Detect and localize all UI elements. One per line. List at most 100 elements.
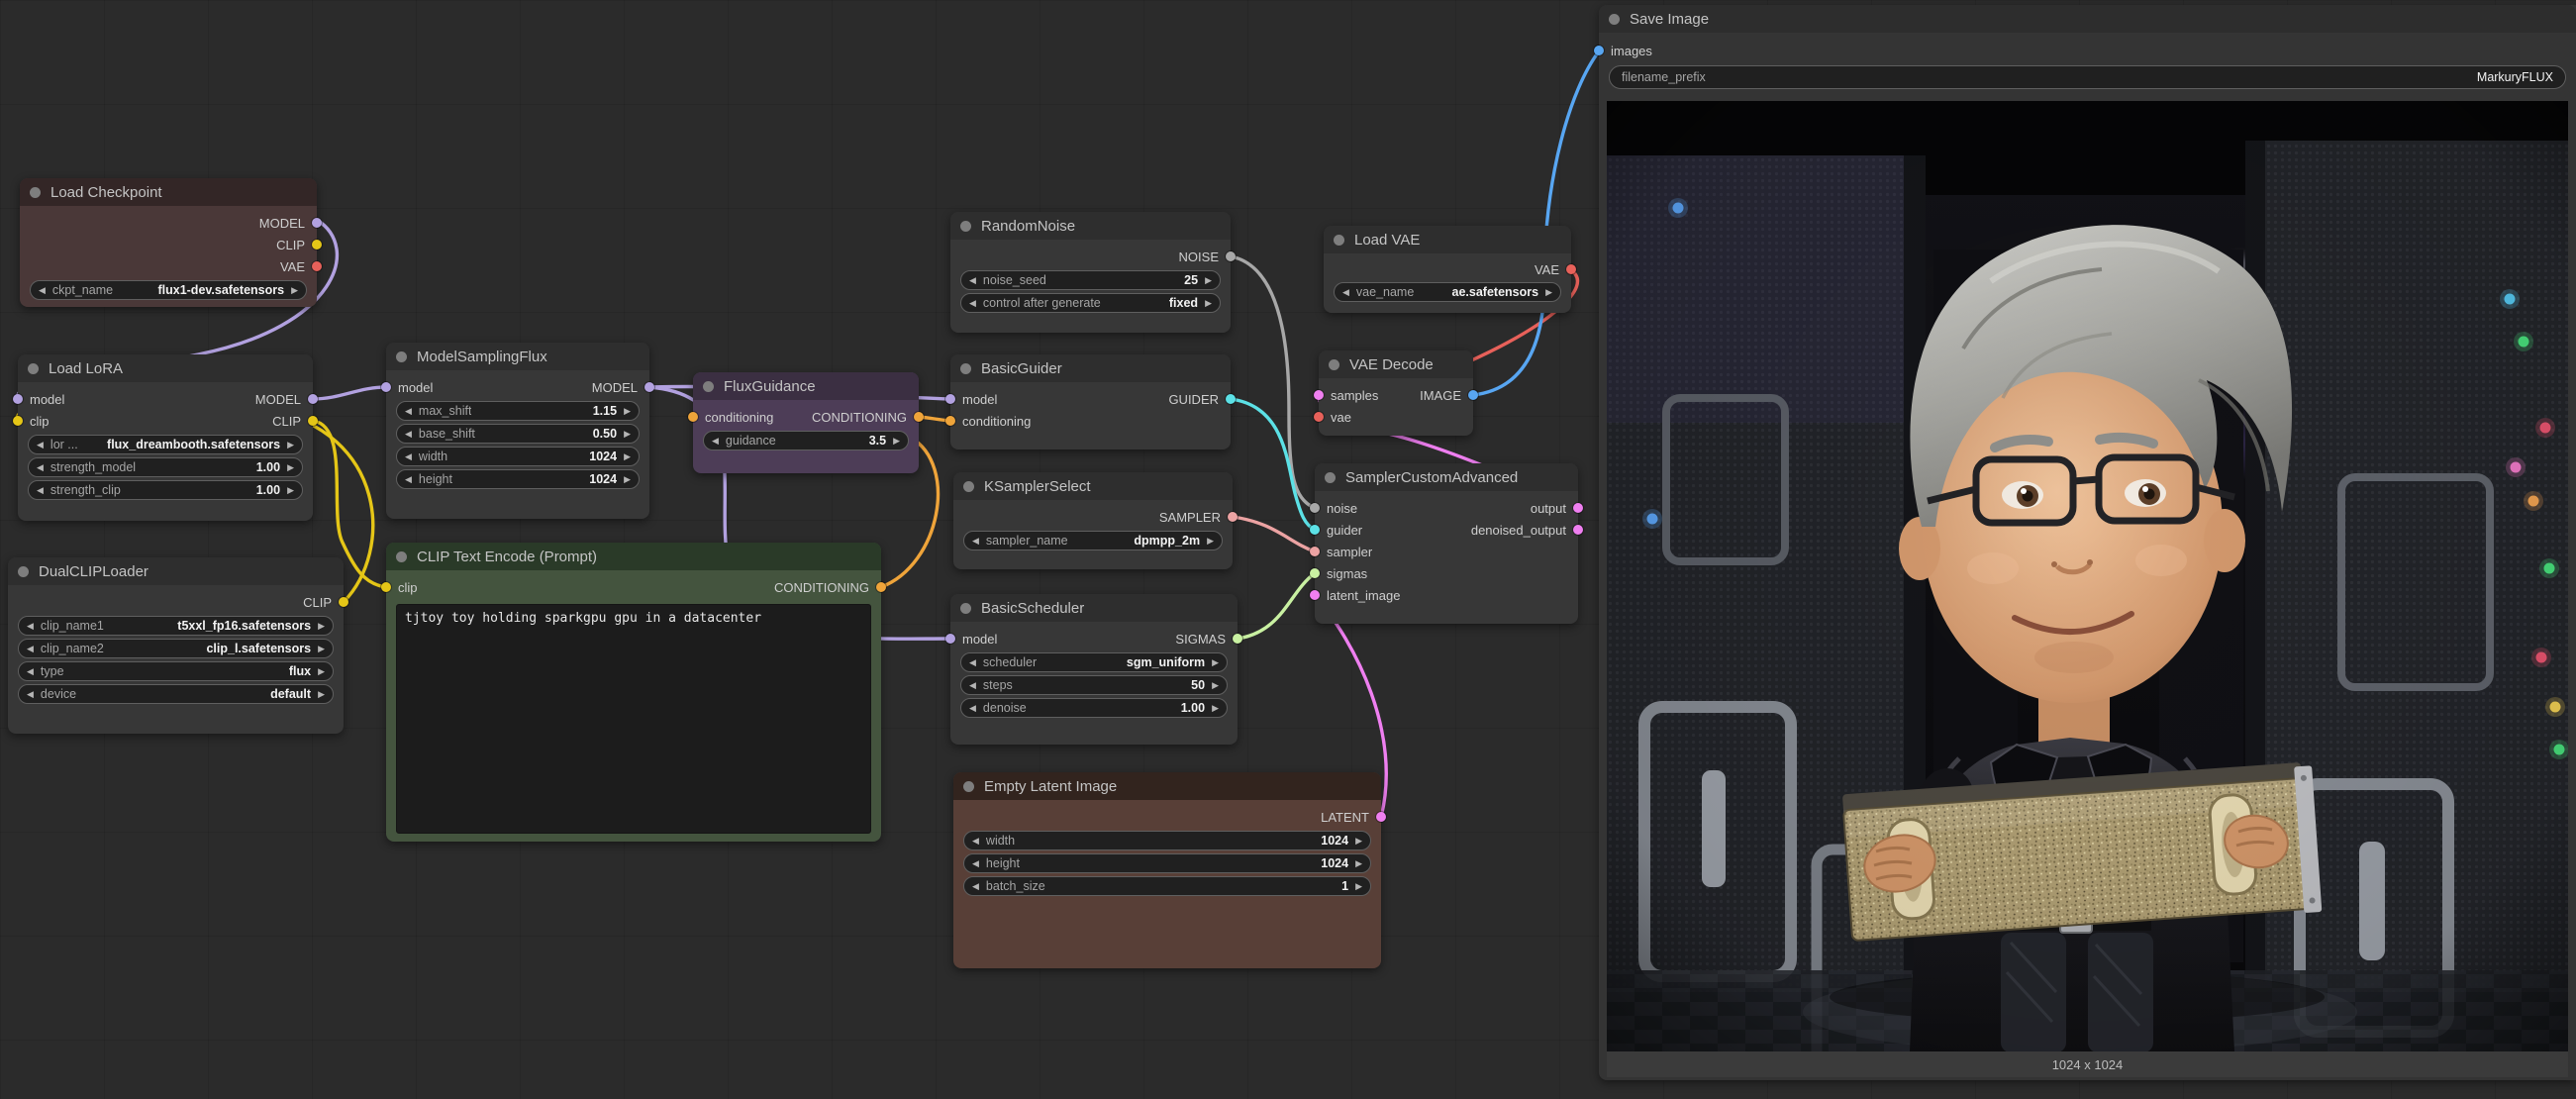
- output-port-model[interactable]: MODEL: [255, 392, 304, 407]
- widget-height[interactable]: ◀height1024▶: [963, 853, 1371, 873]
- port-dot[interactable]: [13, 416, 23, 426]
- output-port-conditioning[interactable]: CONDITIONING: [774, 580, 872, 595]
- input-port-guider[interactable]: guider: [1324, 523, 1362, 538]
- widget-width[interactable]: ◀width1024▶: [396, 447, 640, 466]
- decrement-arrow-icon[interactable]: ◀: [405, 452, 412, 461]
- port-dot[interactable]: [13, 394, 23, 404]
- widget-guidance[interactable]: ◀guidance3.5▶: [703, 431, 909, 450]
- increment-arrow-icon[interactable]: ▶: [1212, 681, 1219, 690]
- output-port-model[interactable]: MODEL: [259, 216, 308, 231]
- input-port-conditioning[interactable]: conditioning: [702, 410, 773, 425]
- node-header[interactable]: CLIP Text Encode (Prompt): [386, 543, 881, 570]
- output-port-vae[interactable]: VAE: [1535, 262, 1562, 277]
- output-port-latent[interactable]: LATENT: [1321, 810, 1372, 825]
- node-header[interactable]: KSamplerSelect: [953, 472, 1233, 500]
- node-flux-guidance[interactable]: FluxGuidance conditioning CONDITIONING ◀…: [693, 372, 919, 473]
- decrement-arrow-icon[interactable]: ◀: [972, 537, 979, 546]
- widget-steps[interactable]: ◀steps50▶: [960, 675, 1228, 695]
- collapse-dot-icon[interactable]: [396, 351, 407, 362]
- input-port-clip[interactable]: clip: [27, 414, 50, 429]
- increment-arrow-icon[interactable]: ▶: [893, 437, 900, 446]
- increment-arrow-icon[interactable]: ▶: [1212, 704, 1219, 713]
- output-port-vae[interactable]: VAE: [280, 259, 308, 274]
- port-dot[interactable]: [1573, 503, 1583, 513]
- decrement-arrow-icon[interactable]: ◀: [27, 667, 34, 676]
- port-dot[interactable]: [1226, 394, 1236, 404]
- port-dot[interactable]: [1310, 525, 1320, 535]
- collapse-dot-icon[interactable]: [703, 381, 714, 392]
- node-clip-text-encode[interactable]: CLIP Text Encode (Prompt) clip CONDITION…: [386, 543, 881, 842]
- input-port-model[interactable]: model: [959, 632, 997, 647]
- input-port-images[interactable]: images: [1608, 44, 1652, 58]
- widget-filename-prefix[interactable]: filename_prefix MarkuryFLUX: [1609, 65, 2566, 89]
- input-port-model[interactable]: model: [27, 392, 64, 407]
- node-header[interactable]: BasicScheduler: [950, 594, 1238, 622]
- node-dual-clip-loader[interactable]: DualCLIPLoader CLIP ◀clip_name1t5xxl_fp1…: [8, 557, 344, 734]
- increment-arrow-icon[interactable]: ▶: [287, 463, 294, 472]
- increment-arrow-icon[interactable]: ▶: [318, 690, 325, 699]
- increment-arrow-icon[interactable]: ▶: [287, 486, 294, 495]
- node-save-image[interactable]: Save Image images filename_prefix Markur…: [1599, 5, 2576, 1080]
- decrement-arrow-icon[interactable]: ◀: [27, 645, 34, 653]
- decrement-arrow-icon[interactable]: ◀: [1342, 288, 1349, 297]
- decrement-arrow-icon[interactable]: ◀: [969, 299, 976, 308]
- node-header[interactable]: DualCLIPLoader: [8, 557, 344, 585]
- port-dot[interactable]: [1310, 547, 1320, 556]
- node-ksampler-select[interactable]: KSamplerSelect SAMPLER ◀sampler_namedpmp…: [953, 472, 1233, 569]
- prompt-textarea[interactable]: tjtoy toy holding sparkgpu gpu in a data…: [396, 604, 871, 834]
- decrement-arrow-icon[interactable]: ◀: [27, 690, 34, 699]
- node-header[interactable]: ModelSamplingFlux: [386, 343, 649, 370]
- widget-base-shift[interactable]: ◀base_shift0.50▶: [396, 424, 640, 444]
- increment-arrow-icon[interactable]: ▶: [318, 667, 325, 676]
- widget-strength-clip[interactable]: ◀strength_clip1.00▶: [28, 480, 303, 500]
- collapse-dot-icon[interactable]: [963, 781, 974, 792]
- decrement-arrow-icon[interactable]: ◀: [405, 430, 412, 439]
- increment-arrow-icon[interactable]: ▶: [318, 622, 325, 631]
- collapse-dot-icon[interactable]: [30, 187, 41, 198]
- node-header[interactable]: VAE Decode: [1319, 350, 1473, 378]
- collapse-dot-icon[interactable]: [1609, 14, 1620, 25]
- node-basic-scheduler[interactable]: BasicScheduler model SIGMAS ◀schedulersg…: [950, 594, 1238, 745]
- port-dot[interactable]: [308, 416, 318, 426]
- decrement-arrow-icon[interactable]: ◀: [969, 704, 976, 713]
- collapse-dot-icon[interactable]: [1325, 472, 1336, 483]
- collapse-dot-icon[interactable]: [1329, 359, 1339, 370]
- node-header[interactable]: SamplerCustomAdvanced: [1315, 463, 1578, 491]
- increment-arrow-icon[interactable]: ▶: [1355, 859, 1362, 868]
- node-sampler-custom-advanced[interactable]: SamplerCustomAdvanced noise output guide…: [1315, 463, 1578, 624]
- widget-ckpt-name[interactable]: ◀ckpt_nameflux1-dev.safetensors▶: [30, 280, 307, 300]
- port-dot[interactable]: [1376, 812, 1386, 822]
- decrement-arrow-icon[interactable]: ◀: [969, 658, 976, 667]
- decrement-arrow-icon[interactable]: ◀: [37, 486, 44, 495]
- port-dot[interactable]: [1310, 503, 1320, 513]
- graph-canvas[interactable]: Load Checkpoint MODEL CLIP VAE ◀ckpt_nam…: [0, 0, 2576, 1099]
- port-dot[interactable]: [312, 240, 322, 250]
- collapse-dot-icon[interactable]: [963, 481, 974, 492]
- collapse-dot-icon[interactable]: [960, 363, 971, 374]
- node-model-sampling-flux[interactable]: ModelSamplingFlux model MODEL ◀max_shift…: [386, 343, 649, 519]
- widget-height[interactable]: ◀height1024▶: [396, 469, 640, 489]
- collapse-dot-icon[interactable]: [960, 603, 971, 614]
- output-port-denoised-output[interactable]: denoised_output: [1471, 523, 1569, 538]
- port-dot[interactable]: [945, 394, 955, 404]
- node-header[interactable]: Save Image: [1599, 5, 2576, 33]
- node-header[interactable]: RandomNoise: [950, 212, 1231, 240]
- output-port-output[interactable]: output: [1531, 501, 1569, 516]
- widget-device[interactable]: ◀devicedefault▶: [18, 684, 334, 704]
- output-port-clip[interactable]: CLIP: [303, 595, 335, 610]
- widget-vae-name[interactable]: ◀vae_nameae.safetensors▶: [1334, 282, 1561, 302]
- increment-arrow-icon[interactable]: ▶: [624, 452, 631, 461]
- node-vae-decode[interactable]: VAE Decode samples IMAGE vae: [1319, 350, 1473, 436]
- port-dot[interactable]: [876, 582, 886, 592]
- widget-scheduler[interactable]: ◀schedulersgm_uniform▶: [960, 652, 1228, 672]
- port-dot[interactable]: [945, 634, 955, 644]
- port-dot[interactable]: [1314, 390, 1324, 400]
- port-dot[interactable]: [339, 597, 348, 607]
- increment-arrow-icon[interactable]: ▶: [1355, 882, 1362, 891]
- collapse-dot-icon[interactable]: [396, 551, 407, 562]
- port-dot[interactable]: [381, 382, 391, 392]
- widget-control-after-generate[interactable]: ◀control after generatefixed▶: [960, 293, 1221, 313]
- widget-strength-model[interactable]: ◀strength_model1.00▶: [28, 457, 303, 477]
- decrement-arrow-icon[interactable]: ◀: [972, 859, 979, 868]
- port-dot[interactable]: [312, 218, 322, 228]
